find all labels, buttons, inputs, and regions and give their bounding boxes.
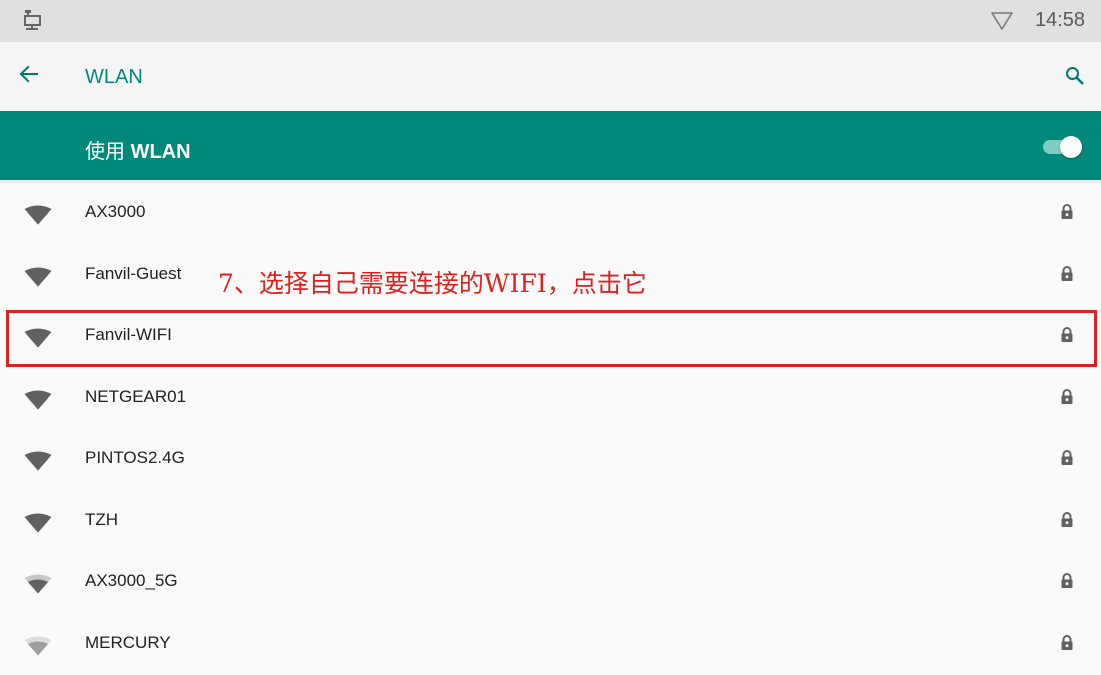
wifi-ssid: AX3000 xyxy=(85,202,146,221)
lock-icon xyxy=(1060,265,1074,287)
wifi-ssid: PINTOS2.4G xyxy=(85,448,185,467)
lock-icon xyxy=(1060,203,1074,225)
wifi-signal-icon xyxy=(24,574,52,599)
wifi-signal-icon xyxy=(24,451,52,476)
wifi-signal-icon xyxy=(24,390,52,415)
wifi-network-row[interactable]: AX3000 xyxy=(0,183,1101,244)
lock-icon xyxy=(1060,511,1074,533)
wlan-switch-bar[interactable]: 使用 WLAN xyxy=(0,111,1101,180)
lock-icon xyxy=(1060,449,1074,471)
search-icon[interactable] xyxy=(1065,66,1085,91)
annotation-text: 7、选择自己需要连接的WIFI，点击它 xyxy=(218,269,647,298)
toggle-thumb xyxy=(1060,136,1082,158)
wlan-toggle[interactable] xyxy=(1043,135,1083,159)
wifi-outline-icon xyxy=(990,11,1014,36)
wifi-ssid: NETGEAR01 xyxy=(85,386,187,406)
lock-icon xyxy=(1060,388,1074,410)
wifi-signal-icon xyxy=(24,205,52,230)
wifi-network-row[interactable]: MERCURY xyxy=(0,614,1101,675)
status-time: 14:58 xyxy=(1034,9,1085,31)
status-bar: 14:58 xyxy=(0,0,1101,42)
wifi-network-row[interactable]: NETGEAR01 xyxy=(0,368,1101,429)
wifi-ssid: AX3000_5G xyxy=(85,571,178,590)
wifi-network-row[interactable]: PINTOS2.4G xyxy=(0,429,1101,490)
wifi-signal-icon xyxy=(24,513,52,538)
wifi-signal-icon xyxy=(24,636,52,661)
ethernet-icon xyxy=(22,9,42,36)
wifi-ssid: TZH xyxy=(85,509,119,529)
arrow-left-icon[interactable] xyxy=(19,65,39,88)
wlan-switch-label: 使用 WLAN xyxy=(85,135,191,164)
wifi-signal-icon xyxy=(24,267,52,292)
wifi-ssid: MERCURY xyxy=(85,632,171,652)
page-title: WLAN xyxy=(85,66,143,88)
highlight-box xyxy=(6,310,1097,367)
wlan-switch-label-name: WLAN xyxy=(130,141,191,163)
wifi-network-row[interactable]: TZH xyxy=(0,491,1101,552)
wlan-switch-label-prefix: 使用 xyxy=(85,141,125,163)
wifi-ssid: Fanvil-Guest xyxy=(85,263,182,283)
app-toolbar: WLAN xyxy=(0,42,1101,111)
lock-icon xyxy=(1060,572,1074,594)
wifi-network-row[interactable]: AX3000_5G xyxy=(0,552,1101,613)
